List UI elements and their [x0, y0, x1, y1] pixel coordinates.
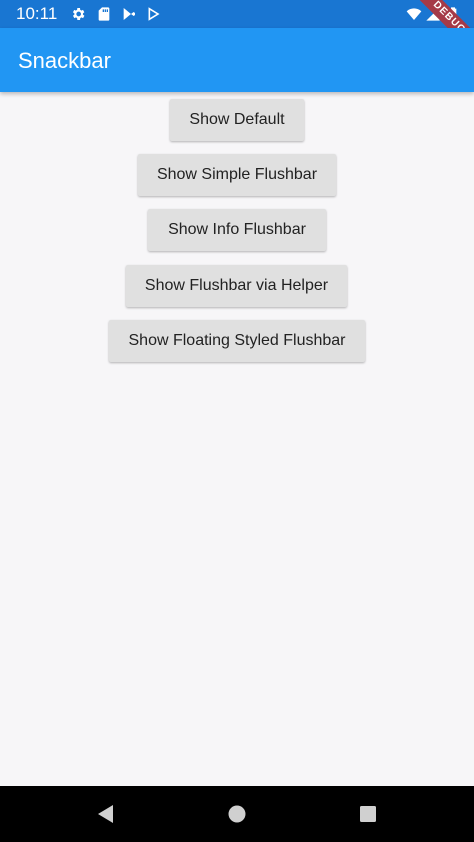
recents-icon[interactable]	[356, 802, 380, 826]
show-info-flushbar-button[interactable]: Show Info Flushbar	[148, 209, 326, 251]
play-store-outline-icon	[148, 7, 160, 21]
sd-card-icon	[98, 7, 110, 21]
app-screen: 10:11 DEBUG Snackbar Show Default Show S…	[0, 0, 474, 842]
home-icon[interactable]	[225, 802, 249, 826]
wifi-icon	[406, 8, 422, 20]
main-content: Show Default Show Simple Flushbar Show I…	[0, 92, 474, 786]
app-title: Snackbar	[18, 48, 111, 73]
navigation-bar	[0, 786, 474, 842]
show-floating-styled-flushbar-button[interactable]: Show Floating Styled Flushbar	[109, 320, 365, 362]
play-store-icon	[123, 8, 135, 20]
app-bar: Snackbar	[0, 28, 474, 92]
show-simple-flushbar-button[interactable]: Show Simple Flushbar	[138, 154, 336, 196]
show-flushbar-via-helper-button[interactable]: Show Flushbar via Helper	[126, 265, 347, 307]
status-time: 10:11	[16, 4, 58, 23]
gear-icon	[72, 8, 85, 20]
status-bar: 10:11 DEBUG	[0, 0, 474, 63]
show-default-button[interactable]: Show Default	[170, 99, 304, 141]
back-icon[interactable]	[94, 802, 118, 826]
